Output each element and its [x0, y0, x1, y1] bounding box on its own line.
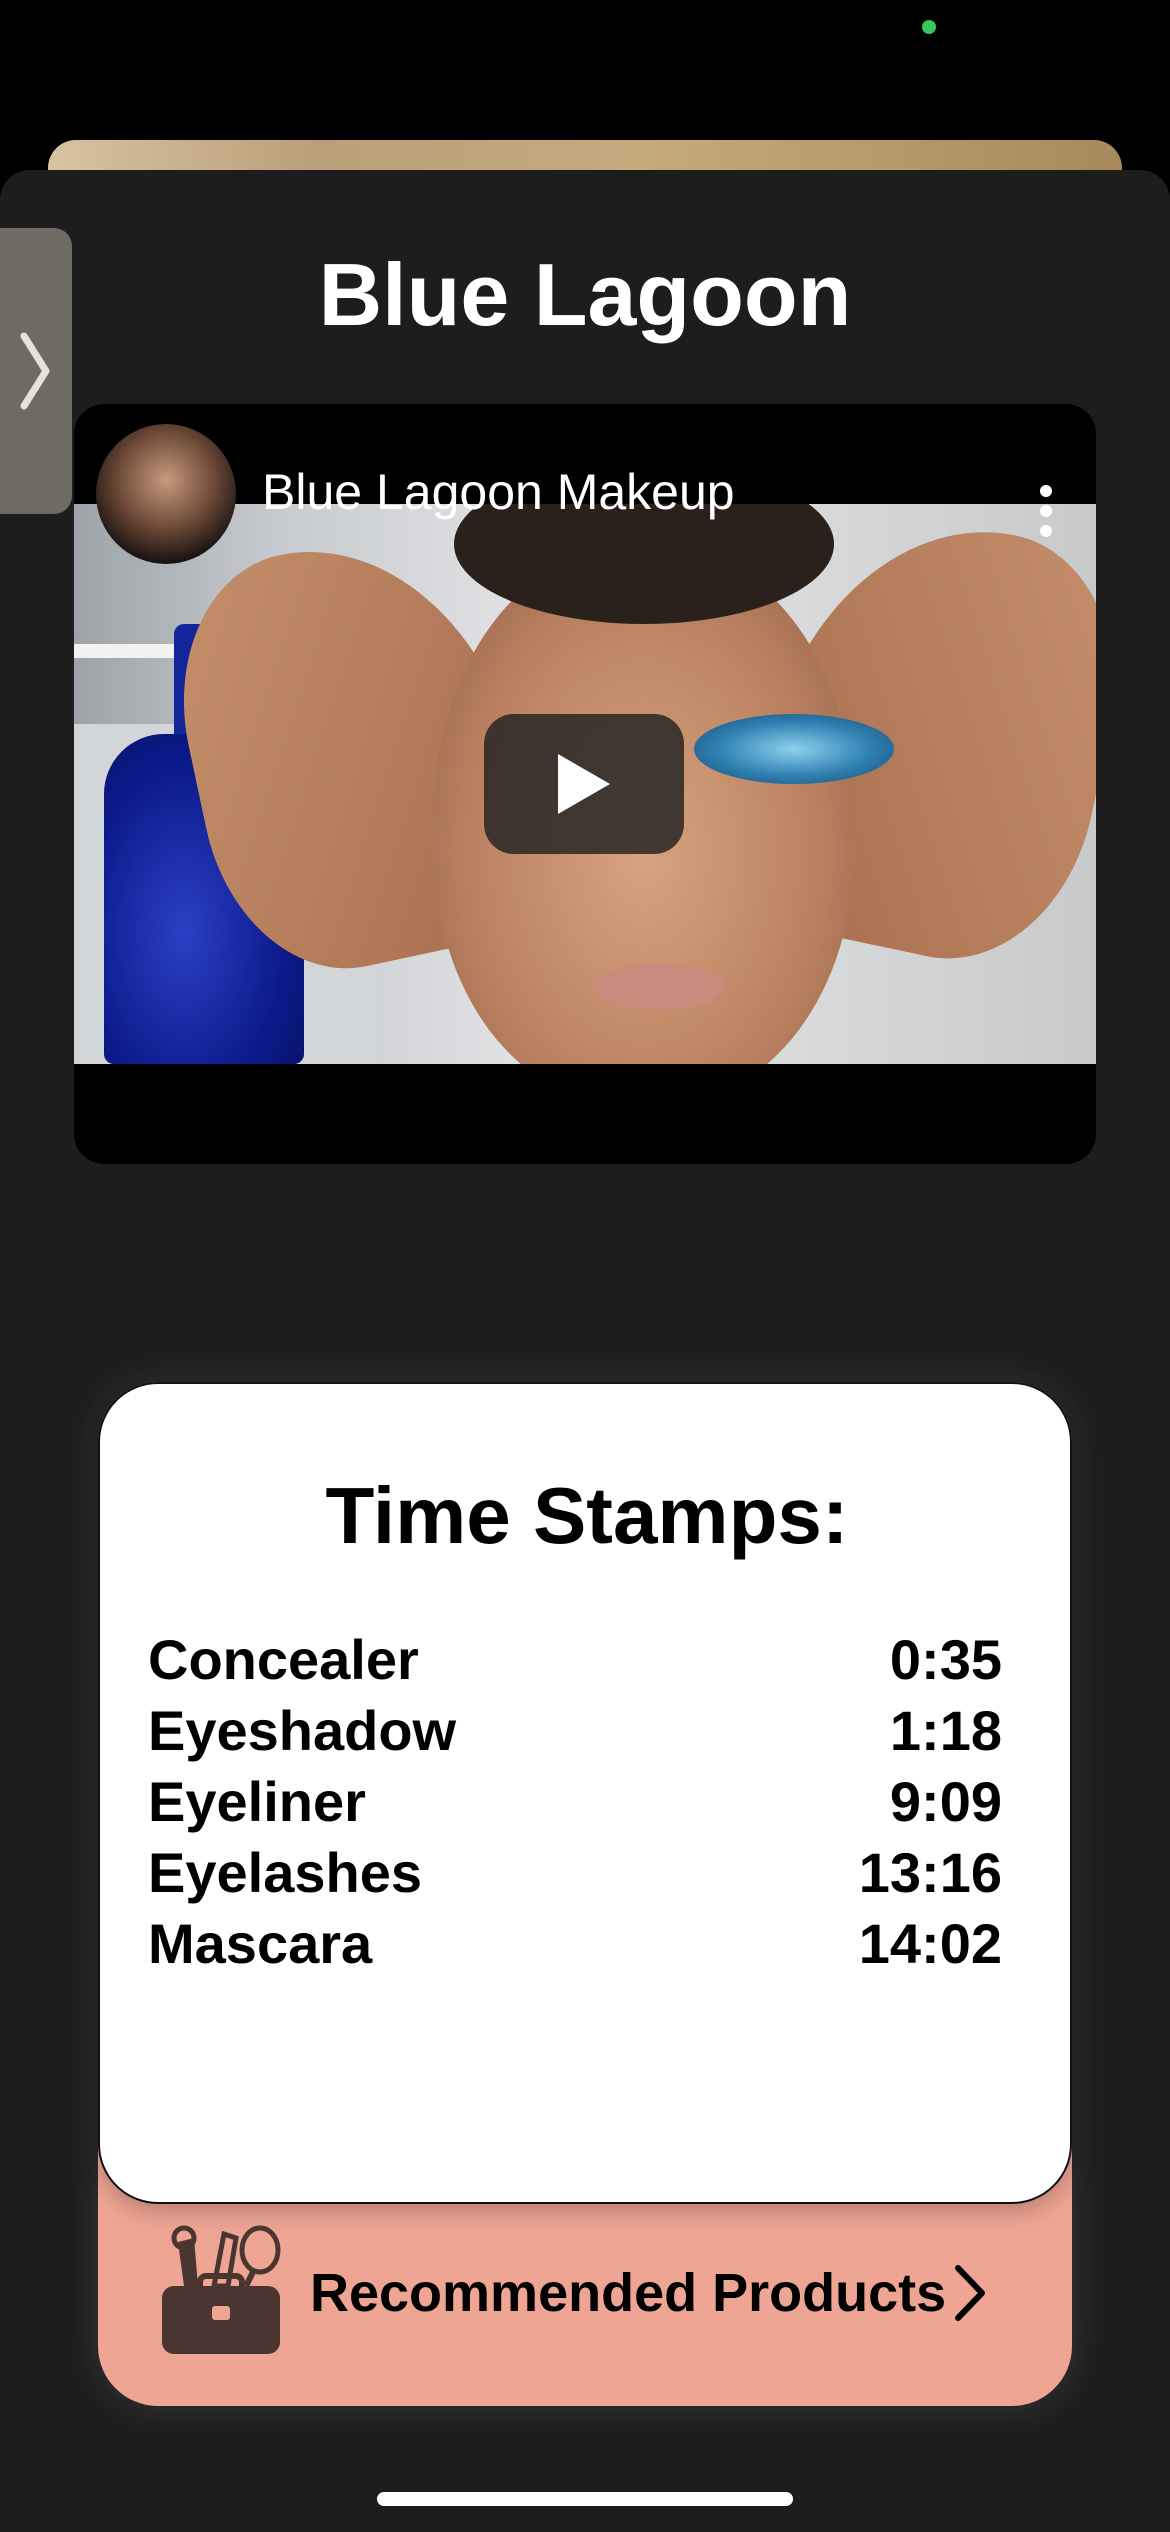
timestamp-time[interactable]: 13:16 — [859, 1837, 1002, 1908]
timestamp-label: Concealer — [148, 1628, 419, 1691]
timestamp-time[interactable]: 9:09 — [890, 1766, 1002, 1837]
timestamp-row[interactable]: Eyelashes 13:16 — [148, 1837, 1002, 1908]
timestamp-label: Eyelashes — [148, 1841, 422, 1904]
timestamp-label: Eyeshadow — [148, 1699, 457, 1762]
makeup-bag-icon — [162, 2225, 281, 2354]
video-player[interactable]: Blue Lagoon Makeup — [74, 404, 1096, 1164]
timestamp-row[interactable]: Eyeshadow 1:18 — [148, 1695, 1002, 1766]
timestamps-heading: Time Stamps: — [325, 1471, 849, 1560]
page-title: Blue Lagoon — [318, 245, 852, 344]
chevron-right-icon — [955, 2265, 985, 2321]
recommended-products-button[interactable]: Recommended Products — [98, 2200, 1072, 2406]
timestamp-row[interactable]: Eyeliner 9:09 — [148, 1766, 1002, 1837]
camera-in-use-indicator — [922, 20, 936, 34]
home-indicator[interactable] — [377, 2492, 793, 2506]
more-vertical-icon[interactable] — [1034, 484, 1058, 538]
timestamp-time[interactable]: 14:02 — [859, 1908, 1002, 1979]
timestamp-time[interactable]: 0:35 — [890, 1624, 1002, 1695]
timestamp-row[interactable]: Mascara 14:02 — [148, 1908, 1002, 1979]
play-icon — [558, 754, 610, 814]
timestamp-label: Eyeliner — [148, 1770, 366, 1833]
video-title[interactable]: Blue Lagoon Makeup — [262, 462, 735, 522]
play-button[interactable] — [484, 714, 684, 854]
timestamp-label: Mascara — [148, 1912, 373, 1975]
recommended-products-label: Recommended Products — [310, 2263, 947, 2323]
channel-avatar[interactable] — [96, 424, 236, 564]
timestamps-panel: Time Stamps: Concealer 0:35 Eyeshadow 1:… — [98, 1382, 1072, 2204]
timestamps-card: Time Stamps: Concealer 0:35 Eyeshadow 1:… — [98, 1382, 1072, 2406]
timestamp-time[interactable]: 1:18 — [890, 1695, 1002, 1766]
timestamp-row[interactable]: Concealer 0:35 — [148, 1624, 1002, 1695]
timestamps-list: Concealer 0:35 Eyeshadow 1:18 Eyeliner 9… — [148, 1624, 1002, 1979]
